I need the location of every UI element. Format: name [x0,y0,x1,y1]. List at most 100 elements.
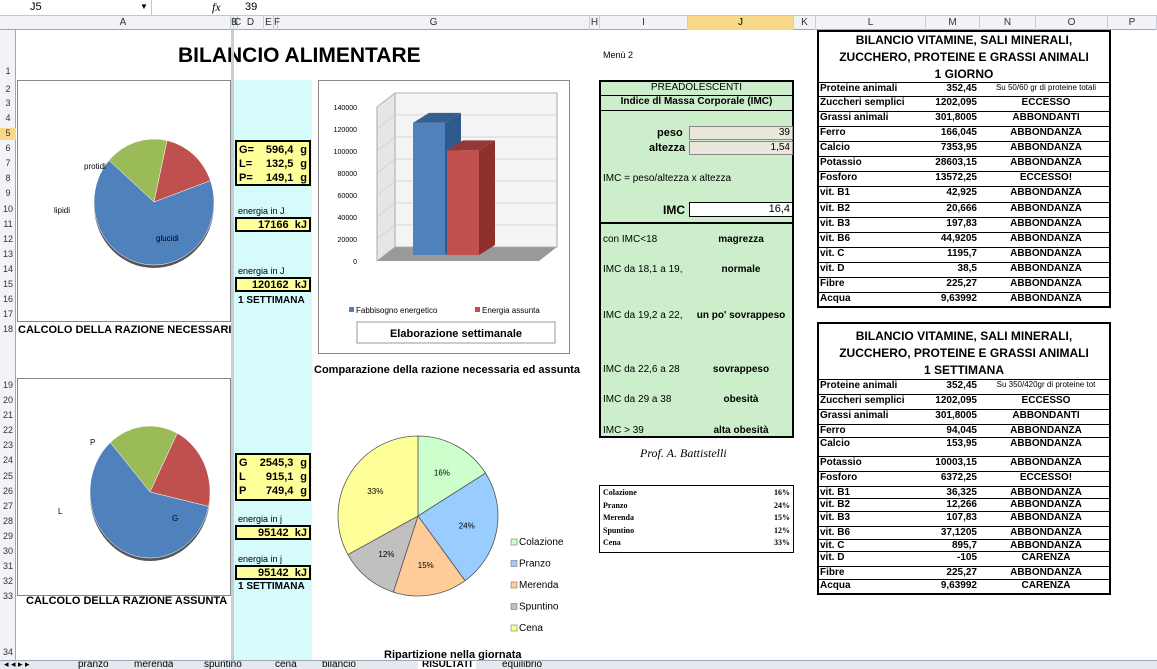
row-header[interactable]: 8 [0,173,16,185]
vitamin-name: Ferro [820,127,846,138]
vitamin-status: ABBONDANZA [1010,457,1082,468]
row-header[interactable]: 9 [0,188,16,200]
row-header[interactable]: 34 [0,647,16,659]
energy-unit: kJ [294,279,307,291]
row-header[interactable]: 20 [0,395,16,407]
energy-label: energia in j [238,554,283,564]
meal-percent: 12% [774,525,790,535]
energy-value: 17166 kJ [235,217,311,232]
legend-label: Cena [519,623,543,634]
vitamin-name: Acqua [820,580,851,591]
vitamin-row: vit. B2 20,666 ABBONDANZA [819,203,1109,218]
column-header[interactable]: H [590,16,600,30]
column-header[interactable]: L [816,16,926,30]
macro-key: P [239,485,247,497]
row-header[interactable]: 31 [0,561,16,573]
row-header[interactable]: 23 [0,440,16,452]
formula-input[interactable]: 39 [245,1,257,13]
row-header[interactable]: 25 [0,471,16,483]
chevron-down-icon[interactable]: ▼ [140,2,148,11]
tab-merenda[interactable]: merenda [134,661,173,669]
vitamin-row: vit. C 1195,7 ABBONDANZA [819,248,1109,263]
row-header[interactable]: 5 [0,128,16,140]
energy-unit: kJ [294,567,307,579]
vitamin-row: vit. D 38,5 ABBONDANZA [819,263,1109,278]
row-header[interactable]: 24 [0,455,16,467]
row-header[interactable]: 4 [0,113,16,125]
vitamin-title-settimana: BILANCIO VITAMINE, SALI MINERALI, ZUCCHE… [817,328,1111,379]
column-header[interactable]: G [278,16,590,30]
y-tick-label: 100000 [334,149,357,156]
energy-unit: kJ [294,527,307,539]
column-header[interactable]: J [688,16,794,30]
row-header[interactable]: 30 [0,546,16,558]
row-header[interactable]: 3 [0,98,16,110]
row-header[interactable]: 2 [0,84,16,96]
vitamin-value: 301,8005 [935,410,977,421]
peso-input[interactable]: 39 [689,126,793,140]
column-header[interactable]: I [600,16,688,30]
row-header[interactable]: 32 [0,576,16,588]
row-header[interactable]: 18 [0,324,16,336]
tab-risultati[interactable]: RISULTATI [418,661,476,669]
row-header[interactable]: 7 [0,158,16,170]
energy-value: 95142 kJ [235,565,311,580]
altezza-input[interactable]: 1,54 [689,141,793,155]
row-header[interactable]: 10 [0,204,16,216]
function-icon[interactable]: fx [212,0,221,15]
vitamin-title-line: BILANCIO VITAMINE, SALI MINERALI, [855,329,1073,343]
page-title: BILANCIO ALIMENTARE [178,44,421,67]
row-header[interactable]: 12 [0,234,16,246]
row-header[interactable]: 19 [0,380,16,392]
vitamin-status: ABBONDANZA [1010,263,1082,274]
macro-unit: g [300,485,307,497]
tab-bilancio[interactable]: bilancio [322,661,356,669]
column-header[interactable]: N [980,16,1036,30]
menu-link[interactable]: Menù 2 [603,50,633,60]
tab-pranzo[interactable]: pranzo [78,661,109,669]
column-header[interactable]: K [794,16,816,30]
legend-swatch [510,560,518,567]
column-header[interactable]: M [926,16,980,30]
row-header[interactable]: 1 [0,66,16,78]
row-headers: 1 2 3 4 5 6 7 8 9 10 11 12 13 14 15 16 17 18 19 20 21 22 23 24 2… [0,30,16,660]
column-header[interactable]: A [16,16,231,30]
bar [413,122,445,255]
vitamin-status: ECCESSO! [1019,472,1073,483]
row-header[interactable]: 29 [0,531,16,543]
grid-line [231,30,234,660]
vitamin-status: ABBONDANTI [1012,112,1080,123]
row-header[interactable]: 28 [0,516,16,528]
tab-cena[interactable]: cena [275,661,297,669]
row-header[interactable]: 6 [0,143,16,155]
row-header[interactable]: 17 [0,309,16,321]
vitamin-row: Calcio 153,95 ABBONDANZA [819,438,1109,453]
name-box[interactable]: J5 [0,0,152,15]
column-header[interactable]: O [1036,16,1108,30]
tab-equilibrio[interactable]: equilibrio [502,661,542,669]
row-header[interactable]: 11 [0,219,16,231]
row-header[interactable]: 22 [0,425,16,437]
vitamin-row: Proteine animali 352,45 Su 350/420gr di pr… [819,380,1109,395]
row-header[interactable]: 21 [0,410,16,422]
column-header[interactable]: D [238,16,264,30]
row-header[interactable]: 14 [0,264,16,276]
row-header[interactable]: 33 [0,591,16,603]
macro-key: G= [239,144,254,156]
row-header[interactable]: 26 [0,486,16,498]
energy-number: 95142 [258,567,289,579]
column-header[interactable]: E [264,16,274,30]
column-header[interactable]: P [1108,16,1157,30]
row-header[interactable]: 15 [0,279,16,291]
meal-percent: 16% [774,488,790,497]
imc-value: 16,4 [689,202,793,217]
vitamin-name: Fibre [820,278,845,289]
macro-value: 2545,3 [259,457,294,469]
vitamin-status: CARENZA [1021,552,1071,563]
row-header[interactable]: 16 [0,294,16,306]
tab-nav-icon[interactable]: ◂ ◂ ▸ ▸ [4,659,30,669]
meal-row: Cena 33% [600,536,793,549]
tab-spuntino[interactable]: spuntino [204,661,242,669]
row-header[interactable]: 27 [0,501,16,513]
row-header[interactable]: 13 [0,249,16,261]
